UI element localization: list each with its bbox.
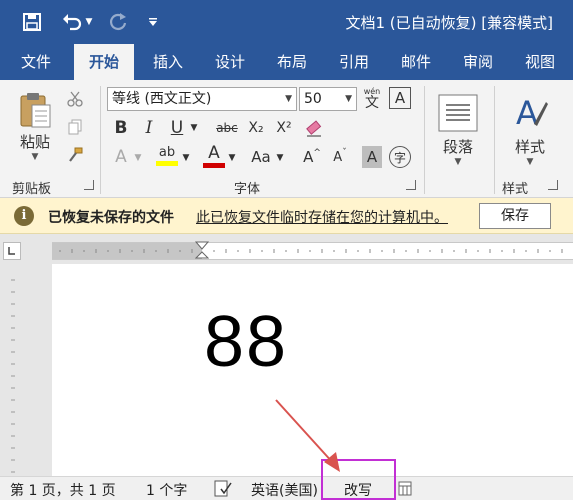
cut-icon[interactable]	[64, 88, 86, 110]
clipboard-group-label: 剪贴板	[12, 182, 52, 197]
styles-launcher-icon[interactable]	[548, 180, 558, 190]
customize-icon[interactable]	[144, 8, 162, 36]
shrink-font-button[interactable]: Aˇ	[328, 144, 352, 170]
svg-text:A: A	[516, 94, 538, 132]
styles-icon: A	[516, 94, 548, 132]
page-count[interactable]: 第 1 页，共 1 页	[10, 480, 116, 500]
font-color-dropdown[interactable]: ▼	[226, 146, 238, 170]
undo-icon[interactable]: ▼	[56, 8, 98, 36]
group-divider	[494, 86, 495, 194]
clear-formatting-icon[interactable]	[302, 116, 326, 140]
indent-marker-icon[interactable]	[195, 241, 209, 261]
vertical-ruler	[11, 279, 15, 473]
copy-icon[interactable]	[64, 116, 86, 138]
highlight-dropdown[interactable]: ▼	[180, 146, 192, 170]
tab-mailings[interactable]: 邮件	[386, 44, 446, 80]
font-color-swatch	[203, 162, 225, 168]
document-text[interactable]: 88	[204, 306, 288, 378]
recovery-info-bar: i 已恢复未保存的文件 此已恢复文件临时存储在您的计算机中。 保存	[0, 198, 573, 234]
tab-insert[interactable]: 插入	[138, 44, 198, 80]
save-button[interactable]: 保存	[479, 203, 551, 229]
tab-references[interactable]: 引用	[324, 44, 384, 80]
paste-button[interactable]: 粘贴 ▼	[14, 86, 56, 166]
bold-button[interactable]: B	[110, 116, 132, 140]
info-icon: i	[14, 206, 34, 226]
font-color-button[interactable]: A	[202, 142, 226, 170]
clipboard-launcher-icon[interactable]	[84, 180, 94, 190]
styles-button[interactable]: A 样式 ▼	[504, 86, 556, 174]
underline-dropdown[interactable]: ▼	[188, 116, 200, 140]
font-group-label: 字体	[234, 182, 261, 197]
save-icon[interactable]	[18, 8, 46, 36]
superscript-button[interactable]: X²	[272, 116, 296, 140]
ribbon: 粘贴 ▼ 剪贴板 等线 (西文正文) ▼ 50 ▼ wén 文 A B I U ▼ …	[0, 80, 573, 198]
ruler-ticks	[59, 249, 563, 253]
underline-button[interactable]: U	[166, 116, 188, 140]
group-divider	[100, 86, 101, 194]
font-size-combo[interactable]: 50 ▼	[299, 87, 357, 111]
tab-home[interactable]: 开始	[74, 44, 134, 80]
info-message-link[interactable]: 此已恢复文件临时存储在您的计算机中。	[196, 207, 448, 227]
enclose-characters-button[interactable]: 字	[389, 146, 411, 168]
title-bar: ▼ 文档1 (已自动恢复) [兼容模式]	[0, 0, 573, 44]
phonetic-guide-button[interactable]: wén 文	[360, 85, 384, 113]
proofing-icon[interactable]	[214, 480, 232, 497]
horizontal-ruler[interactable]	[52, 241, 573, 261]
paragraph-button[interactable]: 段落 ▼	[434, 86, 482, 174]
info-title: 已恢复未保存的文件	[48, 210, 174, 226]
paste-icon	[20, 92, 51, 127]
annotation-arrow-icon	[275, 399, 340, 472]
character-border-button[interactable]: A	[389, 87, 411, 109]
text-effects-dropdown[interactable]: ▼	[132, 146, 144, 170]
chevron-down-icon: ▼	[285, 94, 292, 104]
group-divider	[424, 86, 425, 194]
tab-review[interactable]: 审阅	[448, 44, 508, 80]
strikethrough-button[interactable]: abc	[212, 116, 242, 140]
change-case-button[interactable]: Aa	[248, 144, 274, 170]
highlight-button[interactable]: ab	[154, 142, 180, 170]
font-name-combo[interactable]: 等线 (西文正文) ▼	[107, 87, 297, 111]
paragraph-icon	[438, 94, 478, 131]
tab-stop-icon[interactable]	[3, 242, 21, 260]
change-case-dropdown[interactable]: ▼	[274, 146, 286, 170]
language-indicator[interactable]: 英语(美国)	[251, 480, 318, 500]
italic-button[interactable]: I	[138, 116, 160, 140]
tab-design[interactable]: 设计	[200, 44, 260, 80]
text-effects-button[interactable]: A	[110, 144, 132, 170]
document-title: 文档1 (已自动恢复) [兼容模式]	[345, 14, 554, 32]
subscript-button[interactable]: X₂	[244, 116, 268, 140]
macro-icon[interactable]	[398, 481, 412, 496]
font-launcher-icon[interactable]	[406, 180, 416, 190]
tab-file[interactable]: 文件	[4, 44, 68, 80]
highlight-color-swatch	[156, 161, 178, 166]
character-shading-button[interactable]: A	[362, 146, 382, 168]
format-painter-icon[interactable]	[64, 144, 86, 166]
status-bar: 第 1 页，共 1 页 1 个字 英语(美国) 改写	[0, 476, 573, 500]
ribbon-tabs: 文件 开始 插入 设计 布局 引用 邮件 审阅 视图	[0, 44, 573, 80]
chevron-down-icon: ▼	[345, 94, 352, 104]
grow-font-button[interactable]: A ^	[300, 144, 324, 170]
tab-view[interactable]: 视图	[510, 44, 570, 80]
redo-icon[interactable]	[104, 8, 132, 36]
tab-layout[interactable]: 布局	[262, 44, 322, 80]
word-count[interactable]: 1 个字	[146, 480, 187, 500]
styles-group-label: 样式	[502, 182, 529, 197]
